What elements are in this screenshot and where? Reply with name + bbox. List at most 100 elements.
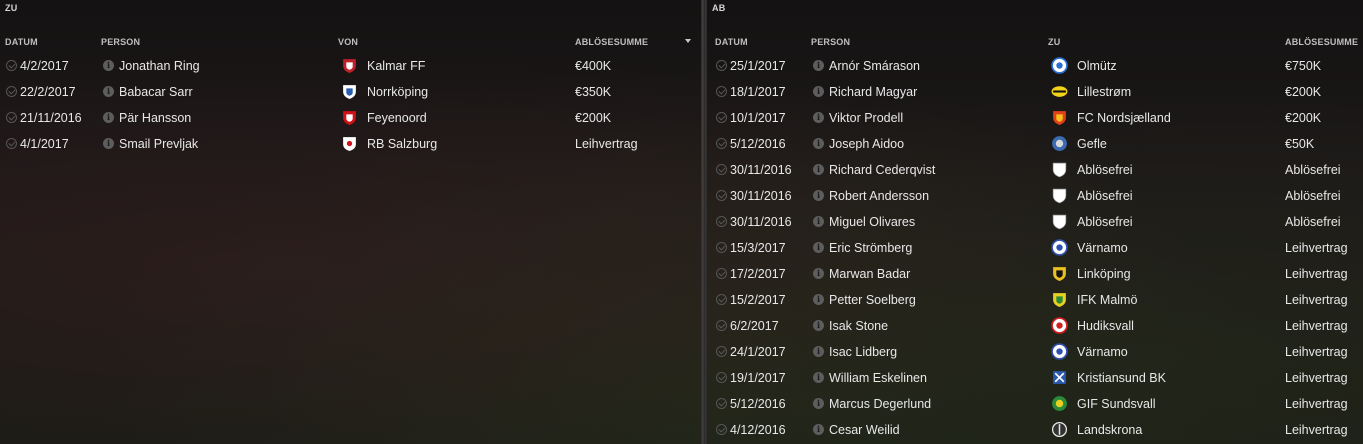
sort-descending-icon[interactable] [685,39,691,43]
info-icon[interactable]: i [813,190,824,201]
incoming-transfers-panel: ZU DATUM PERSON VON ABLÖSESUMME 4/2/2017… [0,0,701,444]
player-name-link[interactable]: Miguel Olivares [829,215,915,229]
info-icon[interactable]: i [813,268,824,279]
transfer-row[interactable]: 15/3/2017 i Eric Strömberg Värnamo Leihvertr… [707,235,1363,261]
player-name-link[interactable]: William Eskelinen [829,371,927,385]
column-header-person[interactable]: PERSON [101,37,140,47]
transfer-row[interactable]: 30/11/2016 i Richard Cederqvist Ablösefrei A… [707,157,1363,183]
hudiksvall-crest-icon [1051,317,1068,334]
transfer-row[interactable]: 4/12/2016 i Cesar Weilid Landskrona Leihvert… [707,417,1363,443]
info-icon[interactable]: i [103,138,114,149]
transfer-row[interactable]: 22/2/2017 i Babacar Sarr Norrköping €350K [0,79,701,105]
club-name-link[interactable]: Kristiansund BK [1077,371,1166,385]
info-icon[interactable]: i [813,216,824,227]
info-icon[interactable]: i [813,112,824,123]
transfer-row[interactable]: 30/11/2016 i Miguel Olivares Ablösefrei Ablö… [707,209,1363,235]
column-header-fee[interactable]: ABLÖSESUMME [575,37,648,47]
transfer-row[interactable]: 10/1/2017 i Viktor Prodell FC Nordsjælland €… [707,105,1363,131]
club-name-link[interactable]: GIF Sundsvall [1077,397,1156,411]
club-name-link[interactable]: RB Salzburg [367,137,437,151]
player-name-link[interactable]: Richard Cederqvist [829,163,935,177]
transfer-row[interactable]: 6/2/2017 i Isak Stone Hudiksvall Leihvertrag [707,313,1363,339]
club-name-link[interactable]: Gefle [1077,137,1107,151]
transfer-row[interactable]: 4/2/2017 i Jonathan Ring Kalmar FF €400K [0,53,701,79]
gefle-crest-icon [1051,135,1068,152]
info-icon[interactable]: i [813,60,824,71]
player-name-link[interactable]: Joseph Aidoo [829,137,904,151]
club-name-link[interactable]: Ablösefrei [1077,215,1133,229]
club-name-link[interactable]: Feyenoord [367,111,427,125]
olmutz-crest-icon [1051,57,1068,74]
info-icon[interactable]: i [813,294,824,305]
player-name-link[interactable]: Isak Stone [829,319,888,333]
column-header-date[interactable]: DATUM [5,37,38,47]
transfer-row[interactable]: 15/2/2017 i Petter Soelberg IFK Malmö Leihve… [707,287,1363,313]
info-icon[interactable]: i [813,398,824,409]
transfer-row[interactable]: 5/12/2016 i Marcus Degerlund GIF Sundsvall L… [707,391,1363,417]
club-name-link[interactable]: Hudiksvall [1077,319,1134,333]
checkmark-icon [6,60,17,71]
info-icon[interactable]: i [813,86,824,97]
player-name-link[interactable]: Jonathan Ring [119,59,200,73]
club-name-link[interactable]: Linköping [1077,267,1131,281]
club-name-link[interactable]: Värnamo [1077,345,1128,359]
column-header-fee[interactable]: ABLÖSESUMME [1285,37,1358,47]
player-name-link[interactable]: Babacar Sarr [119,85,193,99]
transfer-row[interactable]: 19/1/2017 i William Eskelinen Kristiansund … [707,365,1363,391]
club-name-link[interactable]: Kalmar FF [367,59,425,73]
club-name-link[interactable]: Lillestrøm [1077,85,1131,99]
transfer-date: 10/1/2017 [730,111,786,125]
club-name-link[interactable]: Värnamo [1077,241,1128,255]
club-name-link[interactable]: Ablösefrei [1077,189,1133,203]
transfer-fee: Leihvertrag [1285,423,1348,437]
club-name-link[interactable]: Ablösefrei [1077,163,1133,177]
info-icon[interactable]: i [103,86,114,97]
transfer-fee: Leihvertrag [1285,371,1348,385]
club-name-link[interactable]: IFK Malmö [1077,293,1137,307]
player-name-link[interactable]: Marcus Degerlund [829,397,931,411]
player-name-link[interactable]: Cesar Weilid [829,423,900,437]
player-name-link[interactable]: Viktor Prodell [829,111,903,125]
column-header-person[interactable]: PERSON [811,37,850,47]
transfer-date: 4/12/2016 [730,423,786,437]
player-name-link[interactable]: Smail Prevljak [119,137,198,151]
transfer-fee: €750K [1285,59,1322,73]
player-name-link[interactable]: Isac Lidberg [829,345,897,359]
player-name-link[interactable]: Robert Andersson [829,189,929,203]
transfer-row[interactable]: 5/12/2016 i Joseph Aidoo Gefle €50K [707,131,1363,157]
player-name-link[interactable]: Marwan Badar [829,267,910,281]
info-icon[interactable]: i [103,112,114,123]
transfer-row[interactable]: 21/11/2016 i Pär Hansson Feyenoord €200K [0,105,701,131]
player-name-link[interactable]: Arnór Smárason [829,59,920,73]
player-name-link[interactable]: Eric Strömberg [829,241,912,255]
column-header-to-club[interactable]: ZU [1048,37,1060,47]
transfer-row[interactable]: 17/2/2017 i Marwan Badar Linköping Leihvertr… [707,261,1363,287]
player-name-link[interactable]: Richard Magyar [829,85,917,99]
info-icon[interactable]: i [813,372,824,383]
column-header-from-club[interactable]: VON [338,37,358,47]
transfer-date: 25/1/2017 [730,59,786,73]
club-name-link[interactable]: Norrköping [367,85,428,99]
transfer-row[interactable]: 4/1/2017 i Smail Prevljak RB Salzburg Leihve… [0,131,701,157]
nordsjaelland-crest-icon [1051,109,1068,126]
column-header-date[interactable]: DATUM [715,37,748,47]
info-icon[interactable]: i [813,138,824,149]
info-icon[interactable]: i [813,424,824,435]
club-name-link[interactable]: FC Nordsjælland [1077,111,1171,125]
player-name-link[interactable]: Pär Hansson [119,111,191,125]
transfer-row[interactable]: 24/1/2017 i Isac Lidberg Värnamo Leihvertrag [707,339,1363,365]
player-name-link[interactable]: Petter Soelberg [829,293,916,307]
transfer-fee: €350K [575,85,612,99]
info-icon[interactable]: i [103,60,114,71]
club-name-link[interactable]: Landskrona [1077,423,1142,437]
transfer-row[interactable]: 18/1/2017 i Richard Magyar Lillestrøm €200K [707,79,1363,105]
checkmark-icon [6,112,17,123]
club-name-link[interactable]: Olmütz [1077,59,1117,73]
transfer-row[interactable]: 30/11/2016 i Robert Andersson Ablösefrei Abl… [707,183,1363,209]
info-icon[interactable]: i [813,320,824,331]
info-icon[interactable]: i [813,346,824,357]
info-icon[interactable]: i [813,164,824,175]
kristiansund-crest-icon [1051,369,1068,386]
info-icon[interactable]: i [813,242,824,253]
transfer-row[interactable]: 25/1/2017 i Arnór Smárason Olmütz €750K [707,53,1363,79]
